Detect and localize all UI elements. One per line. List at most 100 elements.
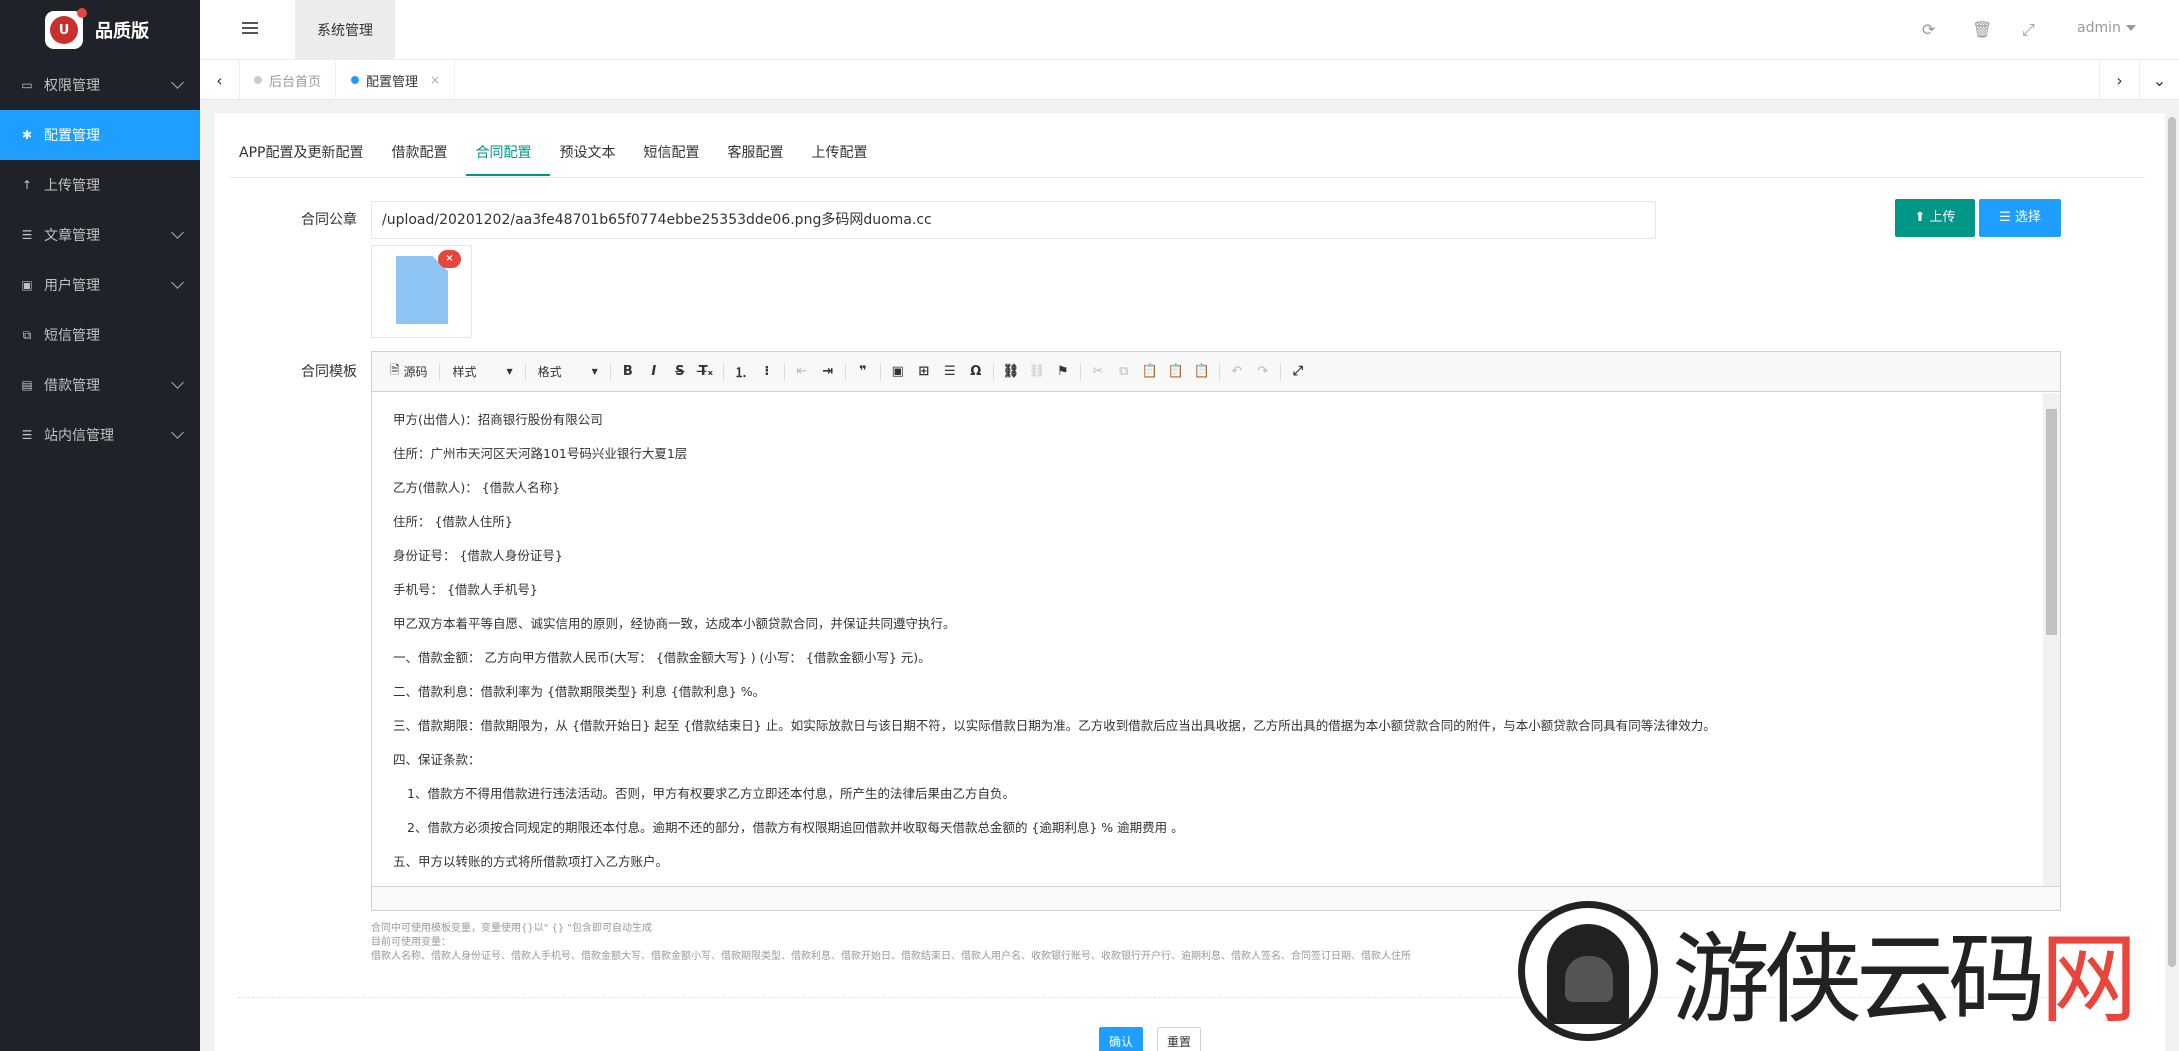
ordered-list-icon[interactable]: ⒈ [728,360,754,384]
sidebar-item-label: 借款管理 [44,378,100,394]
redo-icon[interactable]: ↷ [1250,360,1276,384]
tabs-prev-icon[interactable]: ‹ [200,60,240,100]
indent-icon[interactable]: ⇥ [815,360,841,384]
italic-icon[interactable]: I [641,360,667,384]
tabs-next-icon[interactable]: › [2099,60,2139,100]
image-icon[interactable]: ▣ [885,360,911,384]
chevron-down-icon [171,226,184,239]
sidebar-item-label: 文章管理 [44,228,100,244]
top-header: 系统管理 ⟳ 🗑 ⤢ admin [200,0,2179,60]
hint-line-2: 目前可使用变量： [371,937,451,948]
config-tab-4[interactable]: 短信配置 [634,140,718,176]
copy-icon[interactable]: ⧉ [1111,360,1137,384]
confirm-button[interactable]: 确认 [1099,1027,1143,1051]
contract-line: 1、借款方不得用借款进行违法活动。否则，甲方有权要求乙方立即还本付息，所产生的法… [407,786,1015,801]
maximize-icon[interactable]: ⤢ [1285,360,1311,384]
page-tabs-bar: ‹ 后台首页 配置管理 × › ⌄ [200,60,2179,100]
contract-line: 住所： {借款人住所} [393,514,513,529]
sidebar-item-label: 用户管理 [44,278,100,294]
close-icon[interactable]: × [430,73,440,87]
sidebar-item-1[interactable]: ✱ 配置管理 [0,110,200,160]
reset-button[interactable]: 重置 [1157,1027,1201,1051]
horizontal-rule-icon[interactable]: ☰ [937,360,963,384]
cut-icon[interactable]: ✂ [1085,360,1111,384]
sidebar-item-4[interactable]: ▣ 用户管理 [0,260,200,310]
money-icon: ▤ [21,378,33,392]
contract-line: 手机号： {借款人手机号} [393,582,538,597]
user-card-icon: ▣ [21,278,33,292]
menu-toggle-icon[interactable] [242,22,258,36]
sidebar-item-6[interactable]: ▤ 借款管理 [0,360,200,410]
seal-path-input[interactable]: /upload/20201202/aa3fe48701b65f0774ebbe2… [371,201,1656,239]
special-char-icon[interactable]: Ω [963,360,989,384]
contract-line: 身份证号： {借款人身份证号} [393,548,563,563]
config-tab-1[interactable]: 借款配置 [382,140,466,176]
blockquote-icon[interactable]: ❞ [850,360,876,384]
list-icon: ☰ [21,428,33,442]
watermark-logo: 游侠云码网 [1518,900,2138,1042]
refresh-icon[interactable]: ⟳ [1922,20,1935,39]
anchor-flag-icon[interactable]: ⚑ [1050,360,1076,384]
editor-scrollbar[interactable] [2043,393,2060,886]
config-tab-3[interactable]: 预设文本 [550,140,634,176]
sidebar-item-3[interactable]: ☰ 文章管理 [0,210,200,260]
outdent-icon[interactable]: ⇤ [789,360,815,384]
remove-format-icon[interactable]: T̶ₓ [693,360,719,384]
undo-icon[interactable]: ↶ [1224,360,1250,384]
paste-word-icon[interactable]: 📋 [1189,360,1215,384]
config-tab-6[interactable]: 上传配置 [802,140,886,176]
delete-image-button[interactable]: × [438,250,461,268]
link-icon[interactable]: ⛓ [998,360,1024,384]
contract-line: 甲乙双方本着平等自愿、诚实信用的原则，经协商一致，达成本小额贷款合同，并保证共同… [393,616,956,631]
brand-logo[interactable]: U 品质版 [0,0,200,60]
chevron-down-icon [171,76,184,89]
upload-button[interactable]: ⬆ 上传 [1895,199,1975,237]
contract-line: 2、借款方必须按合同规定的期限还本付息。逾期不还的部分，借款方有权限期追回借款并… [407,820,1184,835]
copy-icon: ⧉ [22,327,32,342]
sidebar-menu: ▭ 权限管理 ✱ 配置管理 ↑ 上传管理 ☰ 文章管理 ▣ 用户管理 ⧉ 短信管理 ▤ 借款管理 ☰ 站内信管… [0,60,200,460]
trash-icon[interactable]: 🗑 [1972,20,1992,39]
brand-name: 品质版 [95,21,149,42]
sidebar-item-2[interactable]: ↑ 上传管理 [0,160,200,210]
rich-text-editor[interactable]: 🗎 源码 样式 ▼ 格式 ▼ B I S T̶ₓ ⒈ ⁝ ⇤ ⇥ ❞ ▣ ⊞ ☰… [371,351,2061,911]
logo-badge-icon: U [45,8,87,49]
config-tab-0[interactable]: APP配置及更新配置 [230,140,382,176]
hacker-avatar-icon [1518,901,1658,1041]
contract-line: 五、甲方以转账的方式将所借款项打入乙方账户。 [393,854,669,869]
contract-line: 甲方(出借人)：招商银行股份有限公司 [393,412,603,427]
config-tab-2[interactable]: 合同配置 [466,140,551,176]
contract-line: 一、借款金额： 乙方向甲方借款人民币(大写： {借款金额大写} ) (小写： {… [393,650,931,665]
chevron-down-icon [2125,25,2136,31]
editor-content[interactable]: 甲方(出借人)：招商银行股份有限公司 住所：广州市天河区天河路101号码兴业银行大… [372,393,2037,886]
user-menu[interactable]: admin [2077,20,2136,36]
strikethrough-icon[interactable]: S [667,360,693,384]
gear-icon: ✱ [21,128,33,142]
file-icon [396,256,448,324]
sidebar-item-label: 权限管理 [44,78,100,94]
sidebar-item-label: 上传管理 [44,178,100,194]
format-select[interactable]: 格式 ▼ [530,360,606,384]
config-tabs: APP配置及更新配置 借款配置 合同配置 预设文本 短信配置 客服配置 上传配置 [230,140,886,176]
page-scrollbar[interactable] [2165,113,2179,1051]
paste-text-icon[interactable]: 📋 [1163,360,1189,384]
sidebar-item-label: 配置管理 [44,128,100,144]
unordered-list-icon[interactable]: ⁝ [754,360,780,384]
style-select[interactable]: 样式 ▼ [444,360,520,384]
source-button[interactable]: 🗎 源码 [382,360,435,384]
paste-icon[interactable]: 📋 [1137,360,1163,384]
bold-icon[interactable]: B [615,360,641,384]
config-tab-5[interactable]: 客服配置 [718,140,802,176]
sidebar-item-5[interactable]: ⧉ 短信管理 [0,310,200,360]
chevron-down-icon [171,376,184,389]
page-tab-config[interactable]: 配置管理 × [337,60,456,100]
page-tab-home[interactable]: 后台首页 [240,60,337,100]
tabs-menu-chevron-icon[interactable]: ⌄ [2139,60,2179,100]
header-tab-system[interactable]: 系统管理 [295,0,395,60]
sidebar-item-7[interactable]: ☰ 站内信管理 [0,410,200,460]
hint-line-1: 合同中可使用模板变量，变量使用{}以" {} "包含即可自动生成 [371,923,653,934]
choose-button[interactable]: ☰ 选择 [1979,199,2061,237]
sidebar-item-0[interactable]: ▭ 权限管理 [0,60,200,110]
table-icon[interactable]: ⊞ [911,360,937,384]
fullscreen-icon[interactable]: ⤢ [2022,20,2035,40]
unlink-icon[interactable]: ⛓ [1024,360,1050,384]
